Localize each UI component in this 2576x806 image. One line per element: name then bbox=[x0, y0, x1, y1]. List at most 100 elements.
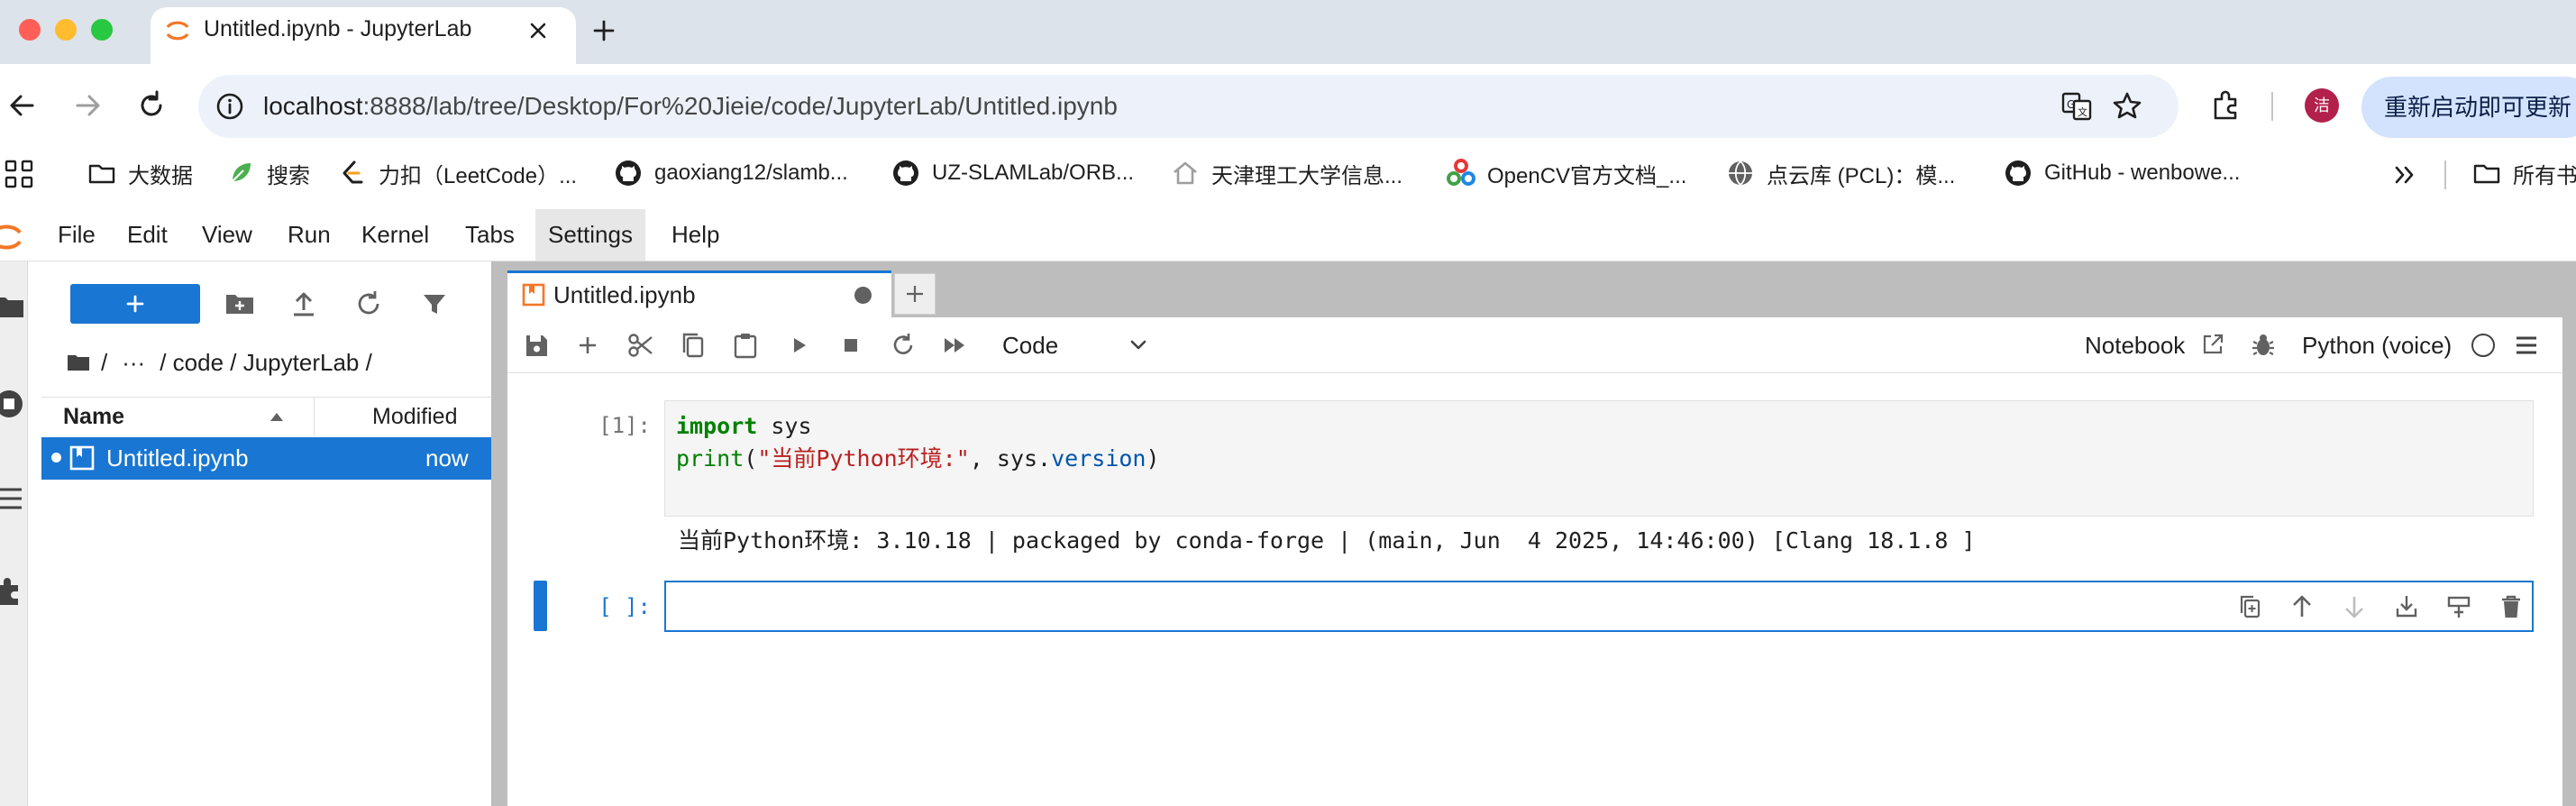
file-browser-panel bbox=[28, 261, 491, 806]
jupyter-logo-icon bbox=[0, 218, 25, 256]
code-string: "当前Python环境:" bbox=[757, 445, 970, 472]
menu-tabs[interactable]: Tabs bbox=[452, 209, 527, 261]
run-play-icon[interactable] bbox=[781, 328, 816, 362]
reload-icon[interactable] bbox=[133, 87, 169, 124]
maximize-window-button[interactable] bbox=[91, 19, 113, 41]
open-in-notebook-link[interactable]: Notebook bbox=[2085, 328, 2185, 362]
insert-cell-above-icon[interactable] bbox=[2390, 591, 2423, 623]
hamburger-menu-icon[interactable] bbox=[2511, 330, 2542, 361]
panel-splitter[interactable] bbox=[491, 261, 507, 806]
bookmark-item-github-wenbowe[interactable]: GitHub - wenbowe... bbox=[2003, 153, 2240, 193]
restart-to-update-button[interactable]: 重新启动即可更新 bbox=[2361, 77, 2576, 138]
sort-caret-up-icon[interactable] bbox=[267, 408, 287, 426]
site-info-icon[interactable] bbox=[213, 89, 247, 124]
bookmark-star-icon[interactable] bbox=[2109, 88, 2145, 124]
new-folder-icon[interactable] bbox=[223, 287, 257, 321]
chevron-double-right-icon[interactable] bbox=[2387, 157, 2423, 193]
profile-avatar[interactable]: 洁 bbox=[2305, 88, 2339, 123]
upload-icon[interactable] bbox=[287, 287, 321, 321]
menu-settings[interactable]: Settings bbox=[535, 209, 645, 261]
bookmark-label: OpenCV官方文档_... bbox=[1487, 163, 1687, 188]
filter-funnel-icon[interactable] bbox=[417, 287, 452, 321]
move-cell-down-arrow-icon[interactable] bbox=[2338, 591, 2370, 623]
url-host: localhost bbox=[263, 92, 363, 120]
bookmark-item-gaoxiang[interactable]: gaoxiang12/slamb... bbox=[613, 153, 848, 193]
url-path: :8888/lab/tree/Desktop/For%20Jieie/code/… bbox=[362, 92, 1118, 120]
menu-run[interactable]: Run bbox=[275, 209, 343, 261]
jupyter-favicon-icon bbox=[163, 16, 192, 45]
tab-close-icon[interactable] bbox=[523, 15, 553, 46]
bookmarks-divider bbox=[2444, 160, 2446, 189]
unsaved-indicator-dot[interactable] bbox=[854, 287, 872, 304]
menu-help[interactable]: Help bbox=[659, 209, 732, 261]
delete-cell-trash-icon[interactable] bbox=[2495, 591, 2527, 623]
forward-arrow-icon[interactable] bbox=[70, 87, 106, 124]
extension-manager-puzzle-icon[interactable] bbox=[0, 574, 27, 610]
bookmark-folder-all[interactable]: 所有书 bbox=[2471, 153, 2576, 193]
paste-clipboard-icon[interactable] bbox=[728, 328, 763, 362]
breadcrumb-path[interactable]: / code / JupyterLab / bbox=[160, 346, 372, 379]
insert-cell-plus-icon[interactable] bbox=[571, 328, 605, 362]
debugger-bug-icon[interactable] bbox=[2247, 329, 2279, 362]
url-text[interactable]: localhost:8888/lab/tree/Desktop/For%20Ji… bbox=[263, 89, 1118, 124]
running-indicator-dot bbox=[51, 453, 61, 463]
menu-edit[interactable]: Edit bbox=[114, 209, 180, 261]
bookmark-item-orbslam[interactable]: UZ-SLAMLab/ORB... bbox=[891, 153, 1134, 193]
cell-source[interactable]: import sys print("当前Python环境:", sys.vers… bbox=[676, 410, 1160, 475]
save-icon[interactable] bbox=[519, 328, 553, 362]
cut-scissors-icon[interactable] bbox=[624, 328, 658, 362]
breadcrumb-separator: / bbox=[101, 349, 108, 376]
bookmark-label: GitHub - wenbowe... bbox=[2044, 160, 2241, 185]
back-arrow-icon[interactable] bbox=[4, 87, 40, 124]
file-name: Untitled.ipynb bbox=[106, 444, 249, 472]
breadcrumb-ellipsis[interactable]: ··· bbox=[122, 346, 145, 379]
new-tab-icon[interactable] bbox=[586, 13, 622, 49]
leetcode-icon bbox=[337, 158, 368, 188]
bookmark-label: 搜索 bbox=[267, 163, 310, 188]
file-browser-folder-icon[interactable] bbox=[0, 289, 27, 325]
browser-tab-title: Untitled.ipynb - JupyterLab bbox=[204, 16, 472, 41]
bookmark-item-leetcode[interactable]: 力扣（LeetCode）... bbox=[337, 153, 577, 193]
bookmark-label: 点云库 (PCL)：模... bbox=[1767, 163, 1956, 188]
refresh-icon[interactable] bbox=[352, 287, 386, 321]
copy-icon[interactable] bbox=[676, 328, 710, 362]
code-keyword: import bbox=[676, 413, 758, 439]
column-name-header[interactable]: Name bbox=[63, 400, 124, 433]
bookmark-item-bigdata[interactable]: 大数据 bbox=[87, 153, 193, 193]
close-window-button[interactable] bbox=[19, 19, 41, 41]
add-tab-plus-icon[interactable] bbox=[894, 273, 936, 315]
external-link-icon[interactable] bbox=[2199, 331, 2226, 358]
insert-cell-below-icon[interactable] bbox=[2443, 591, 2475, 623]
running-kernels-stop-icon[interactable] bbox=[0, 386, 27, 422]
table-of-contents-icon[interactable] bbox=[0, 481, 27, 517]
move-cell-up-arrow-icon[interactable] bbox=[2286, 591, 2318, 623]
new-launcher-button[interactable] bbox=[70, 284, 200, 324]
apps-grid-icon[interactable] bbox=[2, 157, 36, 191]
minimize-window-button[interactable] bbox=[55, 19, 77, 41]
bookmark-item-tjut[interactable]: 天津理工大学信息... bbox=[1170, 153, 1402, 193]
kernel-name[interactable]: Python (voice) bbox=[2302, 328, 2452, 362]
duplicate-cell-icon[interactable] bbox=[2233, 591, 2266, 623]
column-modified-header[interactable]: Modified bbox=[372, 400, 458, 433]
home-icon bbox=[1170, 158, 1201, 188]
menu-kernel[interactable]: Kernel bbox=[349, 209, 442, 261]
kernel-status-idle-icon bbox=[2471, 334, 2495, 357]
translate-icon[interactable]: G文 bbox=[2059, 88, 2095, 124]
bookmark-item-search[interactable]: 搜索 bbox=[225, 153, 310, 193]
github-icon bbox=[613, 158, 644, 188]
bookmark-label: gaoxiang12/slamb... bbox=[654, 160, 848, 185]
chevron-down-icon bbox=[1127, 334, 1150, 357]
bookmark-item-opencv[interactable]: OpenCV官方文档_... bbox=[1446, 153, 1686, 193]
bookmark-item-pcl[interactable]: 点云库 (PCL)：模... bbox=[1725, 153, 1955, 193]
file-modified: now bbox=[425, 444, 469, 472]
interrupt-stop-icon[interactable] bbox=[834, 328, 868, 362]
extensions-puzzle-icon[interactable] bbox=[2207, 87, 2245, 124]
cell-output: 当前Python环境: 3.10.18 | packaged by conda-… bbox=[678, 527, 1976, 554]
home-folder-icon[interactable] bbox=[65, 349, 92, 376]
menu-view[interactable]: View bbox=[189, 209, 265, 261]
folder-icon bbox=[2471, 158, 2502, 188]
menu-file[interactable]: File bbox=[45, 209, 108, 261]
restart-kernel-icon[interactable] bbox=[886, 328, 920, 362]
code-text: ( bbox=[744, 445, 758, 472]
restart-run-all-fast-forward-icon[interactable] bbox=[938, 328, 973, 362]
